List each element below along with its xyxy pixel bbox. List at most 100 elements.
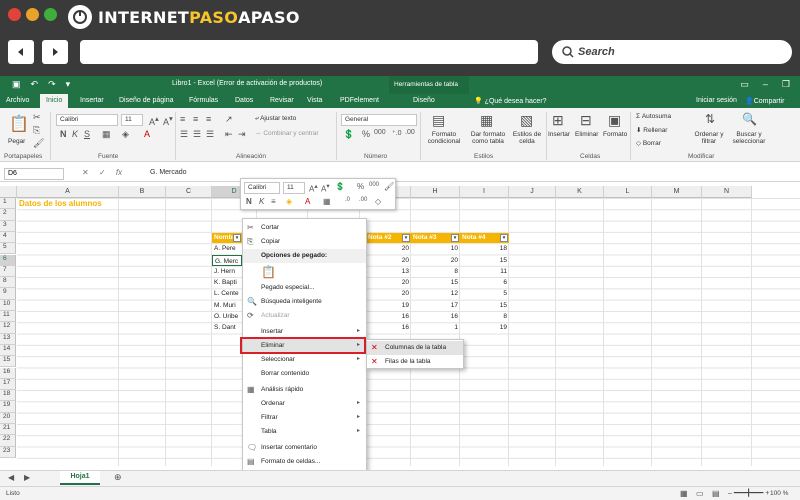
name-cell[interactable]: A. Pere	[214, 243, 242, 254]
menu-item-actualizar[interactable]: ⟳ Actualizar	[243, 309, 366, 323]
menu-item-paste-option[interactable]: 📋	[243, 263, 366, 281]
nota4-cell[interactable]: 5	[460, 288, 507, 299]
column-header-h[interactable]: H	[411, 186, 460, 198]
row-header-18[interactable]: 18	[0, 390, 16, 402]
row-header-4[interactable]: 4	[0, 231, 16, 244]
align-bottom-icon[interactable]: ≡	[206, 114, 211, 124]
insert-cells-icon[interactable]: ⊞	[552, 112, 564, 129]
conditional-format-icon[interactable]: ▤	[432, 112, 445, 129]
minimize-icon[interactable]: –	[763, 79, 768, 90]
bold-icon[interactable]: N	[60, 129, 67, 139]
menu-item-tabla[interactable]: Tabla ▸	[243, 425, 366, 439]
row-header-21[interactable]: 21	[0, 424, 16, 436]
clear-button[interactable]: ◇ Borrar	[636, 139, 661, 147]
number-format-select[interactable]: General	[341, 114, 417, 126]
align-right-icon[interactable]: ☰	[206, 129, 214, 140]
font-color-icon[interactable]: A	[144, 129, 150, 139]
nota2-cell[interactable]: 16	[366, 311, 409, 322]
tab-revisar[interactable]: Revisar	[270, 97, 294, 104]
nota4-cell[interactable]: 15	[460, 300, 507, 311]
filter-dropdown-icon[interactable]: ▾	[233, 233, 241, 242]
fill-button[interactable]: ⬇ Rellenar	[636, 126, 667, 134]
column-header-a[interactable]: A	[17, 186, 119, 198]
customize-icon[interactable]: ▾	[66, 79, 71, 90]
format-table-icon[interactable]: ▦	[480, 112, 493, 129]
borders-icon[interactable]: ▦	[102, 129, 111, 140]
tab-insertar[interactable]: Insertar	[80, 97, 104, 104]
restore-icon[interactable]: ❐	[782, 79, 790, 90]
mini-font-color-icon[interactable]: A	[305, 197, 310, 206]
row-header-13[interactable]: 13	[0, 333, 16, 345]
nota2-cell[interactable]: 20	[366, 243, 409, 254]
nota3-cell[interactable]: 16	[411, 311, 458, 322]
row-header-11[interactable]: 11	[0, 311, 16, 323]
normal-view-icon[interactable]: ▦	[680, 489, 688, 498]
row-header-15[interactable]: 15	[0, 356, 16, 368]
column-header-c[interactable]: C	[166, 186, 212, 198]
name-cell[interactable]: G. Merc	[212, 254, 242, 266]
sheet-title-cell[interactable]: Datos de los alumnos	[19, 198, 159, 209]
nota3-cell[interactable]: 15	[411, 277, 458, 288]
format-table-button[interactable]: Dar formato como tabla	[466, 131, 510, 145]
nota2-cell[interactable]: 20	[366, 255, 409, 266]
orientation-icon[interactable]: ↗	[225, 114, 233, 125]
conditional-format-button[interactable]: Formato condicional	[424, 131, 464, 145]
tab-inicio[interactable]: Inicio	[40, 94, 69, 108]
row-header-3[interactable]: 3	[0, 220, 16, 232]
nota3-cell[interactable]: 20	[411, 255, 458, 266]
column-header-j[interactable]: J	[509, 186, 556, 198]
row-header-9[interactable]: 9	[0, 288, 16, 300]
format-cells-button[interactable]: Formato	[603, 131, 627, 138]
underline-icon[interactable]: S	[84, 129, 90, 139]
sort-filter-icon[interactable]: ⇅	[705, 112, 715, 126]
next-sheet-icon[interactable]: ▶	[24, 473, 30, 482]
italic-icon[interactable]: K	[72, 129, 78, 139]
nota2-cell[interactable]: 20	[366, 277, 409, 288]
mini-font-size[interactable]: 11	[283, 182, 305, 194]
nota3-cell[interactable]: 8	[411, 266, 458, 277]
share-button[interactable]: 👤Compartir	[745, 97, 784, 105]
mini-format-painter-icon[interactable]: 🖌	[384, 182, 394, 191]
delete-cells-button[interactable]: Eliminar	[575, 131, 598, 138]
table-header-nota4[interactable]: Nota #4 ▾	[460, 232, 509, 243]
increase-font-icon[interactable]: A▴	[149, 114, 159, 127]
url-bar[interactable]	[80, 40, 538, 64]
column-header-b[interactable]: B	[119, 186, 166, 198]
nota3-cell[interactable]: 1	[411, 322, 458, 333]
row-header-23[interactable]: 23	[0, 446, 16, 458]
wrap-text-button[interactable]: ⤶ Ajustar texto	[255, 115, 296, 123]
undo-icon[interactable]: ↶	[31, 79, 39, 90]
minimize-dot[interactable]	[26, 8, 39, 21]
mini-grow-font-icon[interactable]: A▴	[309, 182, 318, 194]
row-header-5[interactable]: 5	[0, 243, 16, 255]
formula-input[interactable]: G. Mercado	[150, 169, 187, 176]
row-header-8[interactable]: 8	[0, 277, 16, 289]
row-header-1[interactable]: 1	[0, 198, 16, 210]
worksheet-grid[interactable]: ABCDEFGHIJKLMN 1234567891011121314151617…	[0, 186, 800, 466]
column-header-l[interactable]: L	[604, 186, 652, 198]
tab-diseno-pagina[interactable]: Diseño de página	[119, 97, 174, 104]
menu-item-borrar-contenido[interactable]: Borrar contenido	[243, 367, 366, 381]
menu-item-insertar-comentario[interactable]: 🗨 Insertar comentario	[243, 441, 366, 455]
nota4-cell[interactable]: 15	[460, 255, 507, 266]
menu-item-busqueda-inteligente[interactable]: 🔍 Búsqueda inteligente	[243, 295, 366, 309]
mini-comma-icon[interactable]: 000	[369, 182, 379, 188]
increase-decimal-icon[interactable]: ⁺.0	[392, 129, 402, 137]
menu-item-cortar[interactable]: ✂ Cortar	[243, 221, 366, 235]
redo-icon[interactable]: ↷	[48, 79, 56, 90]
cut-icon[interactable]: ✂	[33, 112, 41, 123]
menu-item-ordenar[interactable]: Ordenar ▸	[243, 397, 366, 411]
tab-archivo[interactable]: Archivo	[6, 97, 29, 104]
decrease-decimal-icon[interactable]: .00	[405, 129, 415, 136]
cell-styles-icon[interactable]: ▧	[520, 112, 533, 129]
indent-icon[interactable]: ⇤	[225, 129, 233, 140]
font-size-select[interactable]: 11	[121, 114, 143, 126]
filter-dropdown-icon[interactable]: ▾	[451, 233, 459, 242]
menu-item-copiar[interactable]: ⎘ Copiar	[243, 235, 366, 249]
tab-vista[interactable]: Vista	[307, 97, 322, 104]
fx-icon[interactable]: fx	[116, 168, 122, 177]
mini-bold-icon[interactable]: N	[246, 197, 252, 206]
menu-item-pegado-especial[interactable]: Pegado especial...	[243, 281, 366, 295]
nota3-cell[interactable]: 10	[411, 243, 458, 254]
menu-item-analisis-rapido[interactable]: ▦ Análisis rápido	[243, 383, 366, 397]
